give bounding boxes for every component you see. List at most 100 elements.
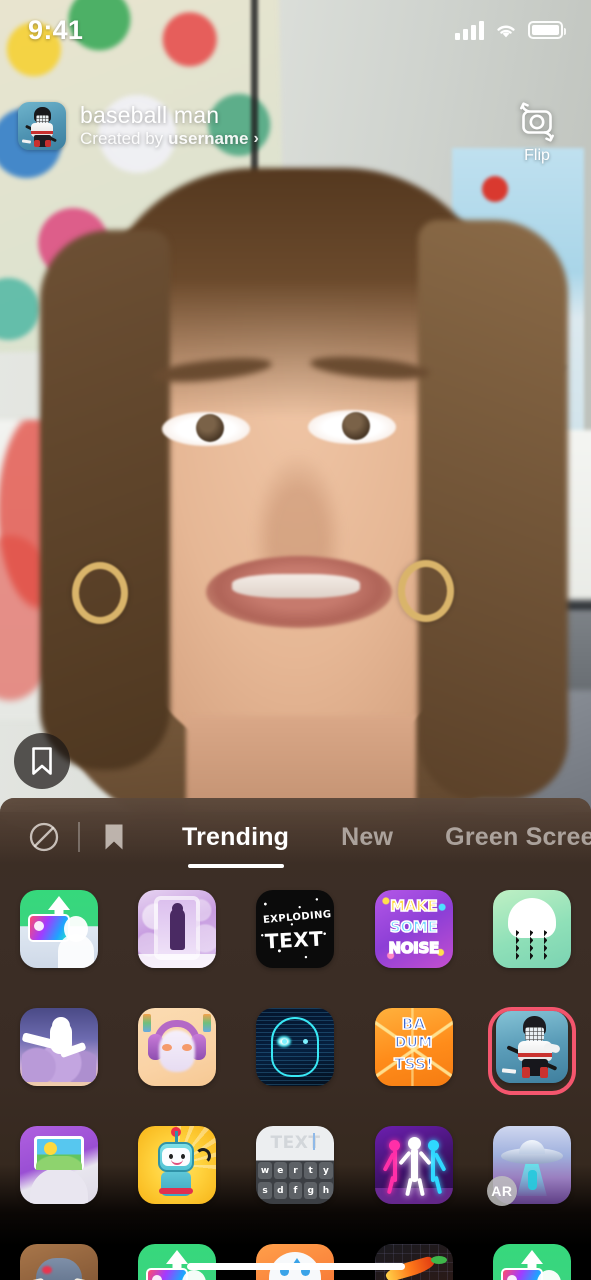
- keyboard-key: e: [273, 1162, 287, 1179]
- keyboard-key: h: [319, 1182, 333, 1199]
- alien-head-outline: [271, 1017, 320, 1077]
- keyboard-row-1: w e r t y: [256, 1162, 334, 1179]
- keyboard-key: t: [304, 1162, 318, 1179]
- dancer-white-head: [407, 1137, 421, 1150]
- status-bar-indicators: [455, 20, 566, 40]
- keyboard-row-2: s d f g h: [256, 1182, 334, 1199]
- effect-item-green-screen-upload[interactable]: [16, 890, 102, 968]
- flip-camera-label: Flip: [524, 147, 550, 164]
- effect-thumbnail: EXPLODING TEXT: [256, 890, 335, 968]
- effect-item-headphones-blush[interactable]: [134, 1008, 220, 1086]
- effects-tab-bar: Trending New Green Screen: [0, 798, 591, 876]
- effect-item-photo-head-frame[interactable]: [16, 1126, 102, 1204]
- effect-thumbnail: [374, 1126, 453, 1204]
- effect-item-neon-dancers[interactable]: [371, 1126, 457, 1204]
- tab-trending[interactable]: Trending: [156, 798, 315, 876]
- abducted-figure: [527, 1170, 537, 1190]
- flip-camera-button[interactable]: Flip: [499, 102, 575, 165]
- subject-iris-right: [342, 412, 370, 440]
- effect-text-line-2: TEXT: [264, 926, 325, 954]
- effect-item-alien-scanner[interactable]: [252, 1008, 338, 1086]
- character-face: [159, 1030, 196, 1072]
- effect-credit[interactable]: Created by username ›: [80, 129, 259, 149]
- effect-item-mammoth-face[interactable]: [16, 1244, 102, 1280]
- keyboard-key: d: [273, 1182, 287, 1199]
- effect-item-ba-dum-tss[interactable]: BA DUM TSS!: [371, 1008, 457, 1086]
- stick-blade: [501, 1068, 517, 1074]
- subject-nose: [252, 452, 344, 562]
- green-leaf: [430, 1256, 447, 1264]
- tab-green-screen-label: Green Screen: [445, 822, 591, 851]
- subject-earring-right: [398, 560, 454, 622]
- poster-sun-shape: [482, 176, 508, 202]
- effect-item-ufo-abduction[interactable]: AR: [486, 1126, 575, 1206]
- tab-underline: [480, 864, 576, 868]
- battery-icon: [528, 21, 566, 39]
- effect-item-exploding-text[interactable]: EXPLODING TEXT: [252, 890, 338, 968]
- player-sock-right: [539, 1067, 548, 1078]
- tab-new[interactable]: New: [315, 798, 419, 876]
- effect-item-make-some-noise[interactable]: MAKE SOME NOISE: [371, 890, 457, 968]
- camera-effects-screen: 9:41 baseball man Created by username › …: [0, 0, 591, 1280]
- effect-name: baseball man: [80, 101, 220, 128]
- saved-effects-button[interactable]: [88, 811, 140, 863]
- effect-item-green-screen-upload-3[interactable]: [489, 1244, 575, 1280]
- toolbar-divider: [78, 822, 80, 852]
- save-effect-button[interactable]: [14, 733, 70, 789]
- home-indicator[interactable]: [186, 1263, 405, 1270]
- tab-trending-label: Trending: [182, 822, 290, 851]
- effect-item-sky-diver-clouds[interactable]: [16, 1008, 102, 1086]
- effect-item-fire-grid[interactable]: [371, 1244, 457, 1280]
- effect-item-hockey-player[interactable]: [487, 1007, 576, 1095]
- dancer-cyan-arm: [433, 1152, 447, 1172]
- effect-item-orange-crying-face[interactable]: [252, 1244, 338, 1280]
- effect-text-line-1: MAKE: [389, 896, 438, 916]
- subject-teeth: [232, 574, 360, 598]
- hockey-player-effect-thumbnail: [18, 102, 66, 150]
- subject-hair-right: [418, 220, 568, 800]
- photo-sun: [152, 1275, 163, 1280]
- effect-thumbnail: [256, 1008, 335, 1086]
- signal-bars-icon: [455, 20, 484, 40]
- effect-text-line-1: BA: [401, 1014, 426, 1034]
- effect-text-line-3: NOISE: [388, 938, 440, 958]
- effect-creator-username[interactable]: username: [168, 129, 248, 149]
- effect-item-cute-robot[interactable]: [134, 1126, 220, 1204]
- dancer-white-arm-left: [398, 1150, 412, 1166]
- dancer-white-body: [410, 1148, 418, 1182]
- effects-grid: EXPLODING TEXT MAKE SOME NOISE BA DUM TS…: [0, 876, 591, 1280]
- walking-figure: [170, 908, 186, 950]
- effect-item-green-screen-upload-2[interactable]: [134, 1244, 220, 1280]
- keyboard-key: s: [258, 1182, 272, 1199]
- photo-sun: [506, 1275, 517, 1280]
- keyboard-key: g: [304, 1182, 318, 1199]
- effect-thumbnail: BA DUM TSS!: [374, 1008, 453, 1086]
- no-effect-icon: [29, 822, 59, 852]
- effect-item-purple-doorway[interactable]: [134, 890, 220, 968]
- effect-thumbnail: [256, 1244, 335, 1280]
- effect-item-jellyfish-squiggle[interactable]: [489, 890, 575, 968]
- effect-thumbnail: [138, 890, 217, 968]
- effect-thumbnail: TEXT w e r t y s d f g h: [256, 1126, 335, 1204]
- photo-hill: [36, 1156, 83, 1170]
- effect-thumbnail: MAKE SOME NOISE: [374, 890, 453, 968]
- effect-item-text-keyboard[interactable]: TEXT w e r t y s d f g h: [252, 1126, 338, 1204]
- no-effect-button[interactable]: [18, 811, 70, 863]
- keyboard-key: y: [319, 1162, 333, 1179]
- wifi-icon: [497, 25, 515, 37]
- effect-thumbnail: [138, 1244, 217, 1280]
- saved-effects-bookmark-icon: [105, 824, 123, 850]
- dancer-cyan-head: [427, 1140, 439, 1151]
- helmet-face-cage: [524, 1027, 544, 1041]
- status-bar-clock: 9:41: [28, 14, 84, 45]
- person-head: [64, 916, 89, 942]
- ar-badge: AR: [486, 1176, 517, 1206]
- chevron-right-icon: ›: [253, 130, 259, 148]
- effect-attribution-header[interactable]: baseball man Created by username ›: [18, 102, 259, 150]
- stripe-left: [143, 1014, 152, 1032]
- effect-thumbnail: [20, 1244, 99, 1280]
- dancer-pink-head: [388, 1140, 400, 1151]
- tab-green-screen[interactable]: Green Screen: [419, 798, 591, 876]
- effect-meta: baseball man Created by username ›: [80, 101, 259, 149]
- effect-thumbnail: [20, 1126, 99, 1204]
